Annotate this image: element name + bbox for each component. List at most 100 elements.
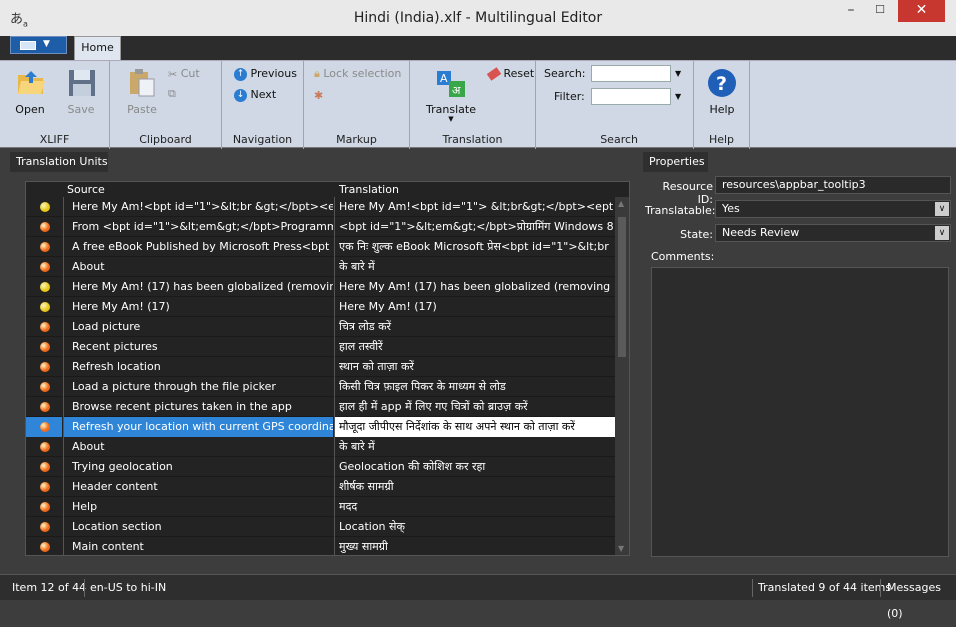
open-button[interactable]: Open: [12, 63, 48, 116]
translation-cell[interactable]: Here My Am! (17): [334, 297, 615, 317]
close-button[interactable]: ✕: [898, 0, 945, 22]
lock-selection-label: Lock selection: [323, 67, 402, 80]
source-cell[interactable]: Here My Am! (17) has been globalized (re…: [63, 277, 333, 297]
source-cell[interactable]: Browse recent pictures taken in the app: [63, 397, 333, 417]
table-row[interactable]: Help मदद: [26, 497, 615, 517]
source-cell[interactable]: Trying geolocation: [63, 457, 333, 477]
cut-button[interactable]: ✂ Cut: [168, 67, 200, 81]
table-row[interactable]: Location section Location सेक्: [26, 517, 615, 537]
table-row[interactable]: Load picture चित्र लोड करें: [26, 317, 615, 337]
next-button[interactable]: ↓ Next: [234, 88, 276, 102]
filter-dropdown-icon[interactable]: ▼: [675, 88, 685, 105]
translation-cell[interactable]: Location सेक्: [334, 517, 615, 537]
svg-text:A: A: [440, 72, 448, 85]
scrollbar-thumb[interactable]: [618, 217, 626, 357]
state-label: State:: [680, 228, 713, 241]
translation-cell[interactable]: के बारे में: [334, 257, 615, 277]
source-cell[interactable]: Refresh location: [63, 357, 333, 377]
translation-cell[interactable]: चित्र लोड करें: [334, 317, 615, 337]
arrow-up-icon: ↑: [234, 67, 247, 81]
search-input[interactable]: [591, 65, 671, 82]
col-header-translation[interactable]: Translation: [339, 183, 399, 196]
translatable-select[interactable]: Yes: [715, 200, 951, 218]
table-row[interactable]: Here My Am! (17) has been globalized (re…: [26, 277, 615, 297]
source-cell[interactable]: A free eBook Published by Microsoft Pres…: [63, 237, 333, 257]
translation-cell[interactable]: स्थान को ताज़ा करें: [334, 357, 615, 377]
table-row[interactable]: Browse recent pictures taken in the app ह…: [26, 397, 615, 417]
comments-textarea[interactable]: [651, 267, 949, 557]
scissors-icon: ✂: [168, 67, 178, 81]
translate-button[interactable]: Aअ Translate ▼: [426, 63, 476, 125]
translation-cell[interactable]: किसी चित्र फ़ाइल पिकर के माध्यम से लोड: [334, 377, 615, 397]
chevron-down-icon[interactable]: ∨: [935, 226, 949, 240]
translation-cell[interactable]: Geolocation की कोशिश कर रहा: [334, 457, 615, 477]
state-select[interactable]: Needs Review: [715, 224, 951, 242]
table-row[interactable]: About के बारे में: [26, 257, 615, 277]
chevron-down-icon: ▼: [448, 115, 454, 123]
tab-home[interactable]: Home: [74, 36, 121, 60]
source-cell[interactable]: Load a picture through the file picker: [63, 377, 333, 397]
table-row[interactable]: Recent pictures हाल तस्वीरें: [26, 337, 615, 357]
source-cell[interactable]: Load picture: [63, 317, 333, 337]
table-row[interactable]: Here My Am!<bpt id="1">&lt;br &gt;</bpt>…: [26, 197, 615, 217]
translation-cell[interactable]: Here My Am! (17) has been globalized (re…: [334, 277, 615, 297]
source-cell[interactable]: Main content: [63, 537, 333, 555]
properties-tab[interactable]: Properties: [643, 152, 708, 172]
group-markup: 🔒︎ Lock selection ✱ Markup: [304, 61, 410, 149]
maximize-button[interactable]: ☐: [866, 0, 894, 22]
translation-cell[interactable]: एक निः शुल्क eBook Microsoft प्रेस<bpt i…: [334, 237, 615, 257]
translation-cell[interactable]: <bpt id="1">&lt;em&gt;</bpt>प्रोग्रामिंग…: [334, 217, 615, 237]
translation-units-tab[interactable]: Translation Units: [10, 152, 108, 172]
table-row[interactable]: From <bpt id="1">&lt;em&gt;</bpt>Program…: [26, 217, 615, 237]
save-button[interactable]: Save: [63, 63, 99, 116]
table-row[interactable]: Load a picture through the file picker कि…: [26, 377, 615, 397]
status-translated-count: Translated 9 of 44 items: [758, 581, 892, 594]
source-cell[interactable]: Location section: [63, 517, 333, 537]
search-dropdown-icon[interactable]: ▼: [675, 65, 685, 82]
source-cell[interactable]: Here My Am!<bpt id="1">&lt;br &gt;</bpt>…: [63, 197, 333, 217]
app-menu-button[interactable]: ▼: [10, 36, 67, 54]
scroll-down-icon[interactable]: ▼: [618, 544, 624, 553]
translation-cell[interactable]: मौजूदा जीपीएस निर्देशांक के साथ अपने स्थ…: [334, 417, 615, 437]
translation-cell[interactable]: के बारे में: [334, 437, 615, 457]
table-row[interactable]: Header content शीर्षक सामग्री: [26, 477, 615, 497]
lock-selection-button[interactable]: 🔒︎ Lock selection: [314, 67, 401, 81]
help-button[interactable]: ? Help: [702, 63, 742, 116]
filter-input[interactable]: [591, 88, 671, 105]
reset-label: Reset: [503, 67, 535, 80]
translation-cell[interactable]: Here My Am!<bpt id="1"> &lt;br&gt;</bpt>…: [334, 197, 615, 217]
paste-button[interactable]: Paste: [122, 63, 162, 116]
resource-id-field[interactable]: resources\appbar_tooltip3: [715, 176, 951, 194]
scroll-up-icon[interactable]: ▲: [618, 199, 624, 208]
source-cell[interactable]: Header content: [63, 477, 333, 497]
previous-button[interactable]: ↑ Previous: [234, 67, 297, 81]
grid-scrollbar[interactable]: ▲ ▼: [615, 197, 629, 555]
table-row[interactable]: Here My Am! (17) Here My Am! (17): [26, 297, 615, 317]
table-row[interactable]: Refresh location स्थान को ताज़ा करें: [26, 357, 615, 377]
status-messages[interactable]: Messages (0): [887, 575, 956, 627]
source-cell[interactable]: Here My Am! (17): [63, 297, 333, 317]
source-cell[interactable]: Refresh your location with current GPS c…: [63, 417, 333, 437]
col-header-source[interactable]: Source: [67, 183, 105, 196]
source-cell[interactable]: About: [63, 257, 333, 277]
source-cell[interactable]: About: [63, 437, 333, 457]
translation-cell[interactable]: मुख्य सामग्री: [334, 537, 615, 555]
translation-cell[interactable]: हाल तस्वीरें: [334, 337, 615, 357]
table-row[interactable]: Refresh your location with current GPS c…: [26, 417, 615, 437]
table-row[interactable]: Main content मुख्य सामग्री: [26, 537, 615, 555]
chevron-down-icon: ▼: [43, 39, 50, 49]
translation-cell[interactable]: हाल ही में app में लिए गए चित्रों को ब्र…: [334, 397, 615, 417]
source-cell[interactable]: Help: [63, 497, 333, 517]
table-row[interactable]: A free eBook Published by Microsoft Pres…: [26, 237, 615, 257]
copy-button[interactable]: ⧉: [168, 87, 176, 101]
chevron-down-icon[interactable]: ∨: [935, 202, 949, 216]
unlock-button[interactable]: ✱: [314, 88, 323, 102]
table-row[interactable]: Trying geolocation Geolocation की कोशिश क…: [26, 457, 615, 477]
table-row[interactable]: About के बारे में: [26, 437, 615, 457]
translation-cell[interactable]: मदद: [334, 497, 615, 517]
source-cell[interactable]: From <bpt id="1">&lt;em&gt;</bpt>Program…: [63, 217, 333, 237]
translation-cell[interactable]: शीर्षक सामग्री: [334, 477, 615, 497]
minimize-button[interactable]: –: [837, 0, 865, 22]
reset-button[interactable]: Reset: [486, 67, 535, 81]
source-cell[interactable]: Recent pictures: [63, 337, 333, 357]
